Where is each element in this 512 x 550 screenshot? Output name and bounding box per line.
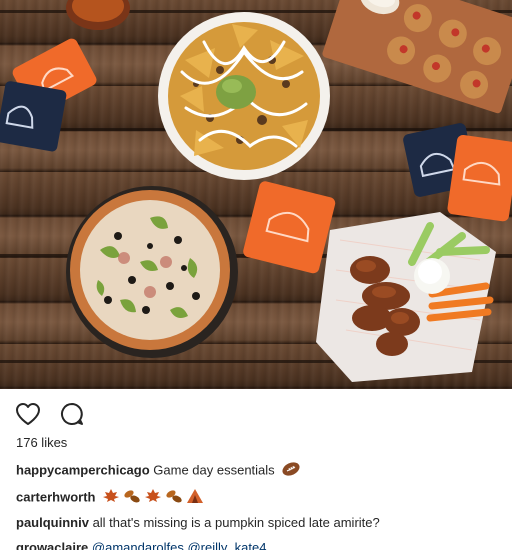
caption: happycamperchicago Game day essentials — [16, 461, 301, 481]
fallen-leaves-emoji — [123, 488, 141, 508]
like-count[interactable]: 176 likes — [16, 435, 67, 450]
caption-username[interactable]: happycamperchicago — [16, 462, 150, 477]
nachos-plate — [158, 12, 330, 180]
american-football-emoji — [281, 461, 301, 481]
comment-row: carterhworth — [16, 488, 204, 508]
comment-username[interactable]: carterhworth — [16, 489, 95, 504]
comment-row: paulquinniv all that's missing is a pump… — [16, 515, 380, 531]
appetizer-board — [322, 0, 512, 114]
comment-username[interactable]: paulquinniv — [16, 515, 89, 530]
drink-glass — [66, 0, 130, 30]
comment-username[interactable]: growaclaire — [16, 540, 88, 550]
fallen-leaves-emoji — [165, 488, 183, 508]
mention-link[interactable]: @amandarolfes — [92, 540, 184, 550]
post-actions — [14, 400, 86, 428]
koozie-orange-right — [447, 134, 512, 222]
mention-link[interactable]: @reilly_kate4 — [187, 540, 266, 550]
koozie-orange-center — [243, 181, 336, 274]
wings-basket — [316, 212, 496, 382]
comment-row: growaclaire @amandarolfes @reilly_kate4 — [16, 540, 266, 550]
speech-bubble-icon[interactable] — [58, 400, 86, 428]
koozie-navy-left — [0, 81, 67, 152]
food-illustration — [0, 0, 512, 382]
maple-leaf-emoji — [102, 488, 120, 508]
comment-text: all that's missing is a pumpkin spiced l… — [88, 515, 380, 530]
tent-emoji — [186, 488, 204, 508]
maple-leaf-emoji — [144, 488, 162, 508]
caption-text: Game day essentials — [149, 462, 275, 478]
heart-outline-icon[interactable] — [14, 400, 42, 428]
post-photo[interactable] — [0, 0, 512, 389]
pizza — [66, 186, 238, 358]
